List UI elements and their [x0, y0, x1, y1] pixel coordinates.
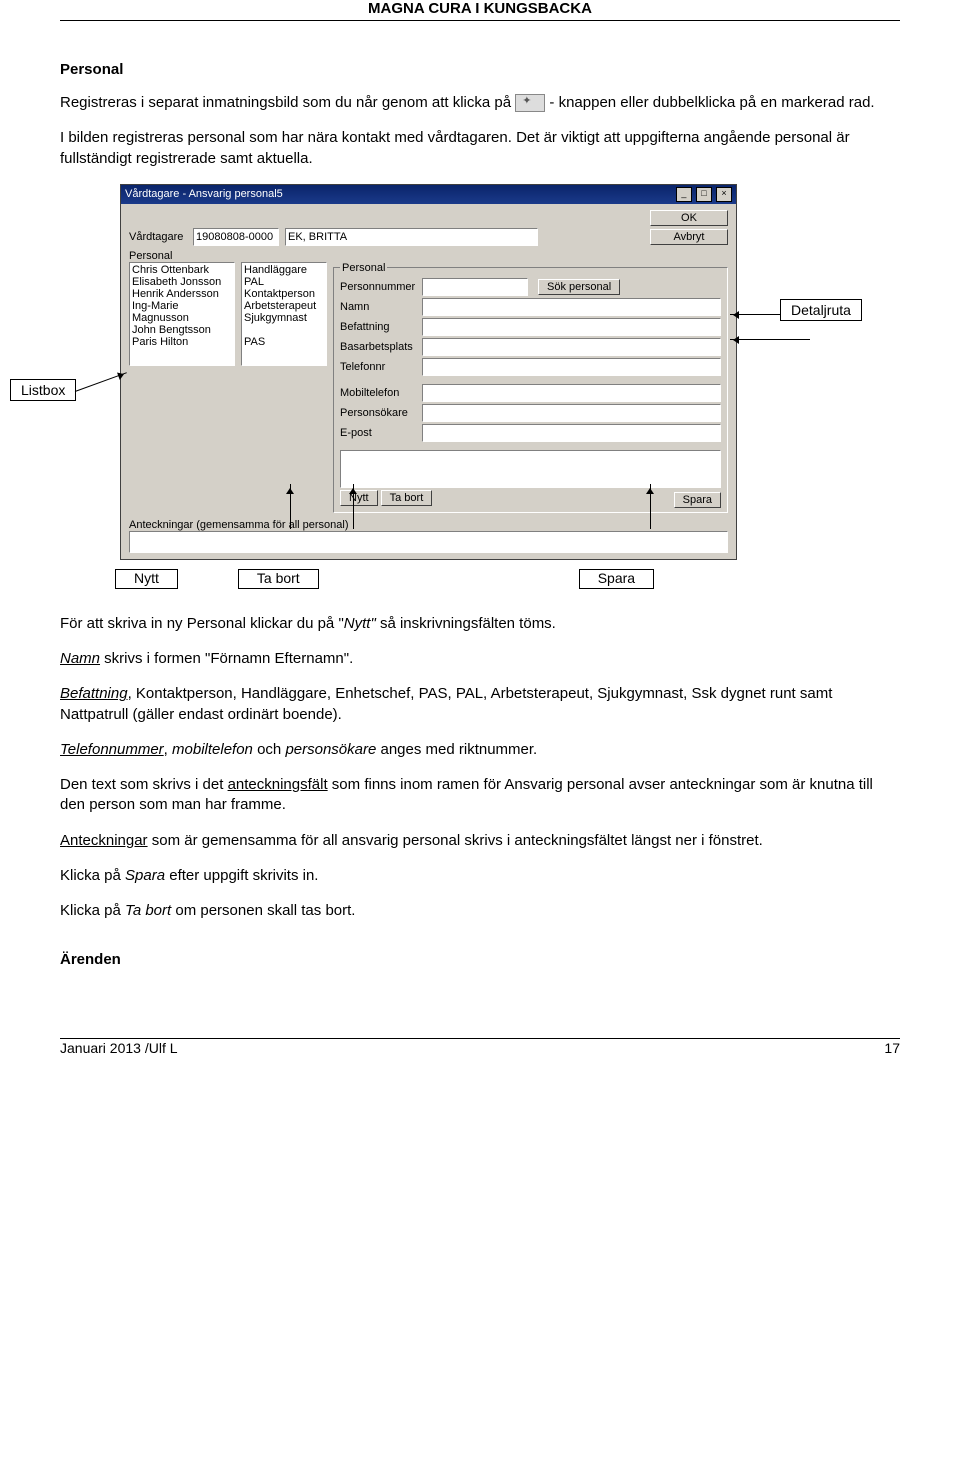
annot-detaljruta: Detaljruta [780, 299, 862, 321]
para-5: Den text som skrivs i det anteckningsfäl… [60, 775, 900, 816]
fieldset-legend: Personal [340, 262, 387, 274]
p1em: Nytt" [344, 615, 376, 632]
p7a: Klicka på [60, 867, 125, 884]
intro-paragraph-1: Registreras i separat inmatningsbild som… [60, 93, 900, 113]
window-title: Vårdtagare - Ansvarig personal5 [125, 188, 283, 200]
field-namn[interactable] [422, 298, 721, 316]
notes-per-person[interactable] [340, 450, 721, 488]
p4c: mobiltelefon [172, 741, 253, 758]
para-7: Klicka på Spara efter uppgift skrivits i… [60, 866, 900, 886]
ok-button[interactable]: OK [650, 210, 728, 226]
heading-arenden: Ärenden [60, 951, 900, 968]
para-1: För att skriva in ny Personal klickar du… [60, 614, 900, 634]
annot-listbox: Listbox [10, 379, 76, 401]
field-personsokare[interactable] [422, 404, 721, 422]
field-epost[interactable] [422, 424, 721, 442]
lbl-anteckningar: Anteckningar (gemensamma för all persona… [129, 519, 728, 531]
p8em: Ta bort [125, 902, 171, 919]
screenshot-block: Vårdtagare - Ansvarig personal5 _ □ × OK… [60, 184, 900, 559]
nytt-button[interactable]: Nytt [340, 490, 378, 506]
lbl-vardtagare: Vårdtagare [129, 231, 187, 243]
p6b: som är gemensamma för all ansvarig perso… [148, 832, 763, 849]
lbl-namn: Namn [340, 301, 422, 313]
field-namn-top[interactable]: EK, BRITTA [285, 228, 538, 246]
screenshot-window: Vårdtagare - Ansvarig personal5 _ □ × OK… [120, 184, 737, 560]
p8b: om personen skall tas bort. [171, 902, 355, 919]
intro1b: - knappen eller dubbelklicka på en marke… [549, 94, 874, 111]
arrowhead-spara [646, 484, 654, 494]
listbox-roles[interactable]: Handläggare PAL Kontaktperson Arbetstera… [241, 262, 327, 366]
field-befattning[interactable] [422, 318, 721, 336]
window-min-button[interactable]: _ [676, 187, 692, 202]
window-buttons: _ □ × [675, 187, 732, 202]
p1a: För att skriva in ny Personal klickar du… [60, 615, 344, 632]
sok-personal-button[interactable]: Sök personal [538, 279, 620, 295]
page-header: MAGNA CURA I KUNGSBACKA [60, 0, 900, 21]
window-max-button[interactable]: □ [696, 187, 712, 202]
toolbar-button-icon [515, 94, 545, 112]
p3a: Befattning [60, 685, 128, 702]
p4d: och [253, 741, 286, 758]
arrow-detaljruta-1 [730, 314, 780, 315]
annot-tabort: Ta bort [238, 569, 319, 589]
annot-spara: Spara [579, 569, 654, 589]
p7b: efter uppgift skrivits in. [165, 867, 318, 884]
p3b: , Kontaktperson, Handläggare, Enhetschef… [60, 685, 832, 722]
spara-button[interactable]: Spara [674, 492, 721, 508]
p4a: Telefonnummer [60, 741, 164, 758]
notes-all[interactable] [129, 531, 728, 553]
field-telefonnr[interactable] [422, 358, 721, 376]
tabort-button[interactable]: Ta bort [381, 490, 433, 506]
lbl-personal-left: Personal [129, 250, 728, 262]
window-titlebar: Vårdtagare - Ansvarig personal5 _ □ × [121, 185, 736, 204]
p4f: anges med riktnummer. [376, 741, 537, 758]
p5a: Den text som skrivs i det [60, 776, 228, 793]
p4b: , [164, 741, 172, 758]
p7em: Spara [125, 867, 165, 884]
lbl-epost: E-post [340, 427, 422, 439]
para-3: Befattning, Kontaktperson, Handläggare, … [60, 684, 900, 725]
p6a: Anteckningar [60, 832, 148, 849]
window-close-button[interactable]: × [716, 187, 732, 202]
field-basarbetsplats[interactable] [422, 338, 721, 356]
arrowhead-tabort [349, 484, 357, 494]
lbl-telefonnr: Telefonnr [340, 361, 422, 373]
intro-paragraph-2: I bilden registreras personal som har nä… [60, 128, 900, 169]
p2b: skrivs i formen "Förnamn Efternamn". [100, 650, 353, 667]
bottom-annot-row: Nytt Ta bort Spara [115, 569, 900, 589]
p1b: så inskrivningsfälten töms. [376, 615, 556, 632]
p5u: anteckningsfält [228, 776, 328, 793]
footer-left: Januari 2013 /Ulf L [60, 1040, 178, 1056]
annot-nytt: Nytt [115, 569, 178, 589]
field-mobiltelefon[interactable] [422, 384, 721, 402]
lbl-mobiltelefon: Mobiltelefon [340, 387, 422, 399]
avbryt-button[interactable]: Avbryt [650, 229, 728, 245]
lbl-personsokare: Personsökare [340, 407, 422, 419]
field-pnr[interactable]: 19080808-0000 [193, 228, 279, 246]
field-personnummer[interactable] [422, 278, 528, 296]
para-2: Namn skrivs i formen "Förnamn Efternamn"… [60, 649, 900, 669]
footer-page-number: 17 [884, 1040, 900, 1056]
listbox-names[interactable]: Chris Ottenbark Elisabeth Jonsson Henrik… [129, 262, 235, 366]
fieldset-personal: Personal Personnummer Sök personal Namn … [333, 262, 728, 513]
lbl-personnummer: Personnummer [340, 281, 422, 293]
page-footer: Januari 2013 /Ulf L 17 [60, 1038, 900, 1056]
p2a: Namn [60, 650, 100, 667]
para-8: Klicka på Ta bort om personen skall tas … [60, 901, 900, 921]
arrow-detaljruta-2 [730, 339, 810, 340]
p4e: personsökare [285, 741, 376, 758]
lbl-befattning: Befattning [340, 321, 422, 333]
arrowhead-nytt [286, 484, 294, 494]
intro1a: Registreras i separat inmatningsbild som… [60, 94, 515, 111]
section-title: Personal [60, 61, 900, 78]
para-4: Telefonnummer, mobiltelefon och personsö… [60, 740, 900, 760]
lbl-basarbetsplats: Basarbetsplats [340, 341, 422, 353]
para-6: Anteckningar som är gemensamma för all a… [60, 831, 900, 851]
p8a: Klicka på [60, 902, 125, 919]
